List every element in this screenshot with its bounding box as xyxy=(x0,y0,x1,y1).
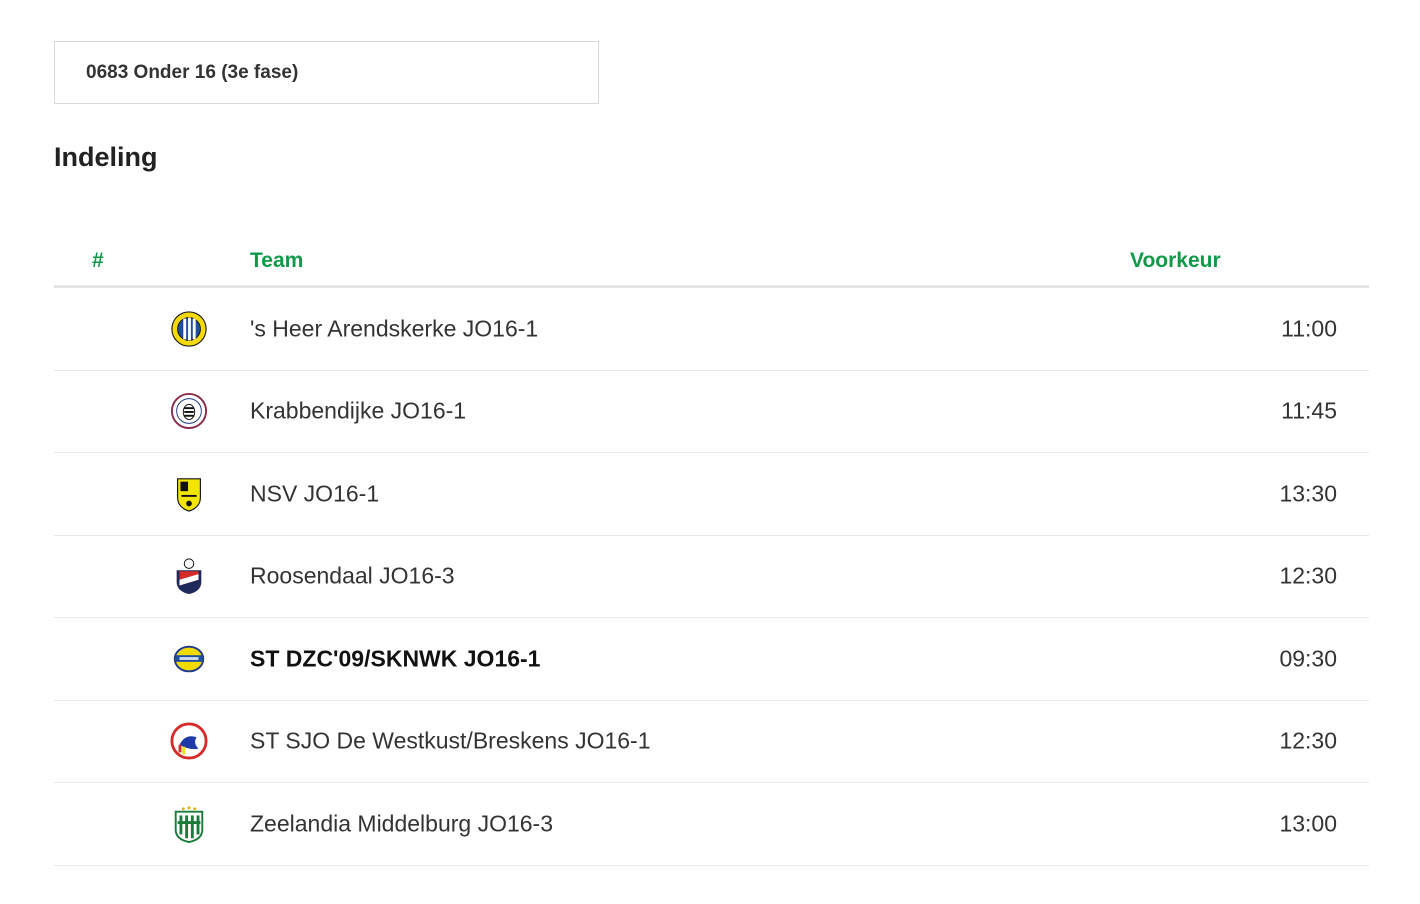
club-crest-roosendaal-icon xyxy=(170,557,208,595)
column-header-preference[interactable]: Voorkeur xyxy=(1130,249,1221,273)
preference-time: 13:00 xyxy=(1279,810,1337,837)
club-crest-dzc-icon xyxy=(170,640,208,678)
preference-time: 12:30 xyxy=(1279,727,1337,754)
table-header: # Team Voorkeur xyxy=(54,236,1369,288)
preference-time: 12:30 xyxy=(1279,562,1337,589)
column-header-number[interactable]: # xyxy=(92,249,104,273)
table-row[interactable]: Roosendaal JO16-3 12:30 xyxy=(54,536,1369,618)
table-row[interactable]: NSV JO16-1 13:30 xyxy=(54,453,1369,536)
table-row[interactable]: 's Heer Arendskerke JO16-1 11:00 xyxy=(54,288,1369,371)
table-row[interactable]: ST DZC'09/SKNWK JO16-1 09:30 xyxy=(54,618,1369,701)
club-crest-zeelandia-icon xyxy=(170,805,208,843)
team-name[interactable]: ST DZC'09/SKNWK JO16-1 xyxy=(250,645,540,672)
preference-time: 09:30 xyxy=(1279,645,1337,672)
team-name[interactable]: ST SJO De Westkust/Breskens JO16-1 xyxy=(250,728,651,755)
team-name[interactable]: Zeelandia Middelburg JO16-3 xyxy=(250,810,553,837)
club-crest-krabbendijke-icon xyxy=(170,392,208,430)
table-row[interactable]: Zeelandia Middelburg JO16-3 13:00 xyxy=(54,783,1369,866)
section-title: Indeling xyxy=(54,142,158,172)
team-name[interactable]: NSV JO16-1 xyxy=(250,480,379,507)
team-name[interactable]: Roosendaal JO16-3 xyxy=(250,563,455,590)
club-crest-westkust-icon xyxy=(170,722,208,760)
club-crest-nsv-icon xyxy=(170,475,208,513)
preference-time: 11:00 xyxy=(1281,315,1337,342)
table-row[interactable]: Krabbendijke JO16-1 11:45 xyxy=(54,371,1369,453)
preference-time: 11:45 xyxy=(1281,397,1337,424)
column-header-team[interactable]: Team xyxy=(250,249,303,273)
team-name[interactable]: Krabbendijke JO16-1 xyxy=(250,398,466,425)
standings-table: # Team Voorkeur 's Heer Arendskerke JO16… xyxy=(54,236,1369,866)
competition-label: 0683 Onder 16 (3e fase) xyxy=(86,61,299,83)
preference-time: 13:30 xyxy=(1279,480,1337,507)
club-crest-heer-arendskerke-icon xyxy=(170,310,208,348)
table-row[interactable]: ST SJO De Westkust/Breskens JO16-1 12:30 xyxy=(54,701,1369,783)
team-name[interactable]: 's Heer Arendskerke JO16-1 xyxy=(250,315,538,342)
competition-selector[interactable]: 0683 Onder 16 (3e fase) xyxy=(54,41,599,104)
